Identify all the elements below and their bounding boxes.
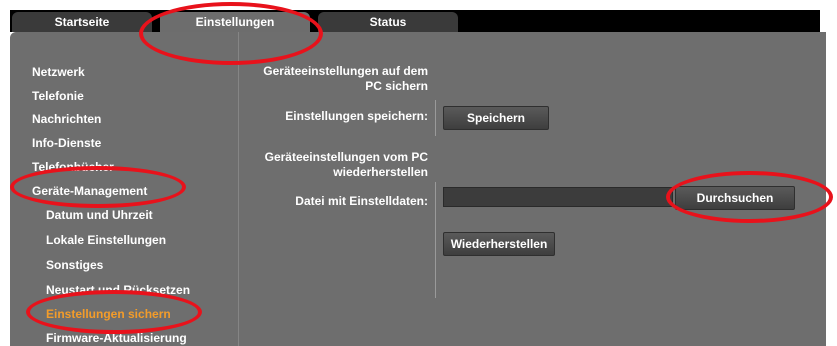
divider [435, 100, 436, 136]
backup-heading: Geräteeinstellungen auf dem PC sichern [263, 64, 428, 93]
sidebar: Netzwerk Telefonie Nachrichten Info-Dien… [10, 32, 239, 346]
browse-button[interactable]: Durchsuchen [675, 186, 795, 210]
restore-button[interactable]: Wiederherstellen [443, 232, 555, 256]
tab-bar: Startseite Einstellungen Status [10, 10, 820, 32]
sidebar-item-firmware[interactable]: Firmware-Aktualisierung [46, 331, 187, 345]
save-label: Einstellungen speichern: [285, 109, 428, 123]
sidebar-item-sonstiges[interactable]: Sonstiges [46, 258, 103, 272]
sidebar-item-lokale-einstellungen[interactable]: Lokale Einstellungen [46, 233, 166, 247]
sidebar-item-telefonbuecher[interactable]: Telefonbücher [32, 160, 114, 174]
tab-startseite[interactable]: Startseite [12, 12, 152, 32]
tab-einstellungen[interactable]: Einstellungen [160, 12, 310, 32]
save-button[interactable]: Speichern [443, 106, 549, 130]
sidebar-item-nachrichten[interactable]: Nachrichten [32, 112, 101, 126]
restore-heading: Geräteeinstellungen vom PC wiederherstel… [264, 150, 428, 179]
sidebar-item-geraete-management[interactable]: Geräte-Management [32, 184, 147, 198]
file-label: Datei mit Einstelldaten: [295, 194, 428, 208]
sidebar-item-telefonie[interactable]: Telefonie [32, 89, 84, 103]
sidebar-item-info-dienste[interactable]: Info-Dienste [32, 136, 101, 150]
content-area: Geräteeinstellungen auf dem PC sichern E… [240, 32, 826, 346]
sidebar-item-einstellungen-sichern[interactable]: Einstellungen sichern [46, 307, 171, 321]
divider [435, 182, 436, 298]
sidebar-item-neustart[interactable]: Neustart und Rücksetzen [46, 283, 190, 297]
file-path-field[interactable] [443, 187, 673, 207]
sidebar-item-datum-uhrzeit[interactable]: Datum und Uhrzeit [46, 208, 153, 222]
sidebar-item-netzwerk[interactable]: Netzwerk [32, 65, 85, 79]
main-panel: Netzwerk Telefonie Nachrichten Info-Dien… [10, 32, 826, 346]
tab-status[interactable]: Status [318, 12, 458, 32]
